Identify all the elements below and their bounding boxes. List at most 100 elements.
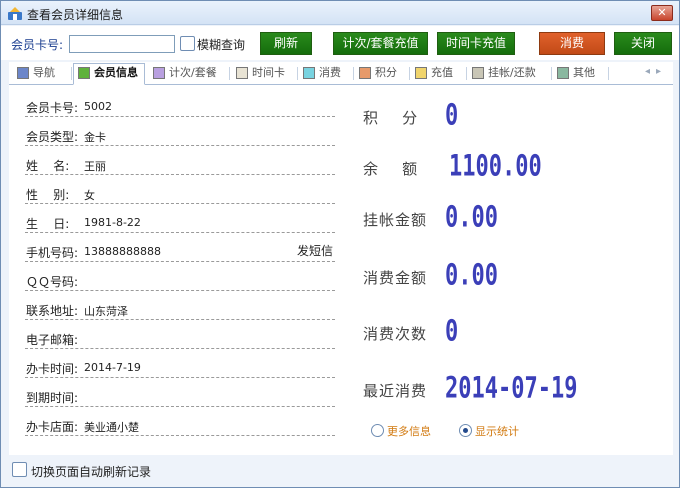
auto-refresh-label[interactable]: 切换页面自动刷新记录: [31, 463, 151, 480]
toolbar: 会员卡号: 模糊查询 刷新 计次/套餐充值 时间卡充值 消费 关闭: [1, 26, 679, 60]
field-email: 电子邮箱:: [25, 327, 335, 349]
window-close-button[interactable]: ✕: [651, 5, 673, 21]
close-button[interactable]: 关闭: [614, 32, 672, 55]
field-gender: 性 别: 女: [25, 182, 335, 204]
field-label: 手机号码:: [26, 246, 79, 260]
tab-member-info-color-icon: [78, 67, 90, 79]
field-expiry-date: 到期时间:: [25, 385, 335, 407]
tab-credit-repay-color-icon: [472, 67, 484, 79]
field-label: 会员卡号:: [26, 101, 79, 115]
stat-last-consume-value: 2014-07-19: [445, 372, 578, 406]
card-number-input[interactable]: [69, 35, 175, 53]
fuzzy-search-label[interactable]: 模糊查询: [197, 36, 245, 53]
field-value: 山东菏泽: [84, 305, 128, 318]
field-card-date: 办卡时间: 2014-7-19: [25, 356, 335, 378]
tab-points[interactable]: 积分: [355, 64, 409, 84]
field-label: 姓 名:: [26, 159, 70, 173]
field-mobile: 手机号码: 13888888888 发短信: [25, 240, 335, 262]
more-info-label[interactable]: 更多信息: [387, 423, 431, 439]
field-member-type: 会员类型: 金卡: [25, 124, 335, 146]
stat-credit-label: 挂帐金额: [363, 211, 428, 229]
stat-visits-label: 消费次数: [363, 325, 428, 343]
tab-navigation-label: 导航: [33, 66, 55, 79]
chevron-right-icon[interactable]: ▸: [656, 66, 667, 77]
tab-other[interactable]: 其他: [553, 64, 607, 84]
tab-recharge[interactable]: 充值: [411, 64, 465, 84]
member-info-panel: 会员卡号: 5002 会员类型: 金卡 姓 名: 王丽 性 别: 女 生 日: …: [9, 85, 673, 455]
field-label: 性 别:: [26, 188, 70, 202]
title-bar[interactable]: 查看会员详细信息 ✕: [1, 1, 679, 25]
tab-time-card-label: 时间卡: [252, 66, 285, 79]
tab-member-info[interactable]: 会员信息: [73, 63, 145, 85]
tab-consumption[interactable]: 消费: [299, 64, 351, 84]
field-card-number: 会员卡号: 5002: [25, 95, 335, 117]
stat-points-value: 0: [445, 99, 459, 133]
tab-divider: [466, 67, 467, 80]
stat-last-consume-label: 最近消费: [363, 382, 428, 400]
window-title: 查看会员详细信息: [27, 8, 124, 22]
tab-other-label: 其他: [573, 66, 595, 79]
app-icon: [8, 7, 22, 20]
field-label: 到期时间:: [26, 391, 79, 405]
auto-refresh-checkbox[interactable]: [12, 462, 27, 477]
field-label: 会员类型:: [26, 130, 79, 144]
stat-points-label: 积 分: [363, 109, 419, 127]
field-value: 1981-8-22: [84, 216, 141, 229]
field-name: 姓 名: 王丽: [25, 153, 335, 175]
tab-member-info-label: 会员信息: [94, 66, 138, 79]
tab-time-card[interactable]: 时间卡: [232, 64, 294, 84]
send-sms-button[interactable]: 发短信: [297, 242, 333, 259]
tab-navigation-color-icon: [17, 67, 29, 79]
tab-divider: [353, 67, 354, 80]
card-number-label: 会员卡号:: [11, 38, 64, 52]
tab-points-color-icon: [359, 67, 371, 79]
field-qq: ＱＱ号码:: [25, 269, 335, 291]
field-value: 女: [84, 189, 95, 202]
refresh-button[interactable]: 刷新: [260, 32, 312, 55]
tab-credit-repay-label: 挂帐/还款: [488, 66, 536, 79]
consume-button[interactable]: 消费: [539, 32, 605, 55]
tab-navigation[interactable]: 导航: [13, 64, 69, 84]
field-label: 联系地址:: [26, 304, 79, 318]
field-store: 办卡店面: 美业通小楚: [25, 414, 335, 436]
stat-balance-value: 1100.00: [449, 150, 542, 184]
tab-count-package-color-icon: [153, 67, 165, 79]
field-label: 电子邮箱:: [26, 333, 79, 347]
tab-divider: [297, 67, 298, 80]
more-info-radio[interactable]: [371, 424, 384, 437]
tab-divider: [71, 67, 72, 80]
tab-scroll-arrows[interactable]: ◂▸: [645, 66, 667, 77]
tab-credit-repay[interactable]: 挂帐/还款: [468, 64, 550, 84]
tab-consumption-color-icon: [303, 67, 315, 79]
fuzzy-search-checkbox[interactable]: [180, 36, 195, 51]
stat-balance-label: 余 额: [363, 160, 419, 178]
field-value: 5002: [84, 100, 112, 113]
stat-credit-value: 0.00: [445, 201, 498, 235]
tab-divider: [409, 67, 410, 80]
field-value: 王丽: [84, 160, 106, 173]
tab-count-package-label: 计次/套餐: [169, 66, 217, 79]
time-card-recharge-button[interactable]: 时间卡充值: [437, 32, 515, 55]
tab-count-package[interactable]: 计次/套餐: [149, 64, 225, 84]
stat-visits-value: 0: [445, 315, 459, 349]
field-value: 金卡: [84, 131, 106, 144]
tab-points-label: 积分: [375, 66, 397, 79]
field-label: 生 日:: [26, 217, 70, 231]
chevron-left-icon[interactable]: ◂: [645, 66, 656, 77]
show-stats-radio[interactable]: [459, 424, 472, 437]
field-address: 联系地址: 山东菏泽: [25, 298, 335, 320]
field-label: ＱＱ号码:: [26, 275, 79, 289]
field-label: 办卡店面:: [26, 420, 79, 434]
field-label: 办卡时间:: [26, 362, 79, 376]
stat-spent-value: 0.00: [445, 259, 498, 293]
show-stats-label[interactable]: 显示统计: [475, 423, 519, 439]
field-birthday: 生 日: 1981-8-22: [25, 211, 335, 233]
tab-other-color-icon: [557, 67, 569, 79]
tab-time-card-color-icon: [236, 67, 248, 79]
count-recharge-button[interactable]: 计次/套餐充值: [333, 32, 428, 55]
tab-divider: [551, 67, 552, 80]
tab-consumption-label: 消费: [319, 66, 341, 79]
tab-strip: 导航 会员信息 计次/套餐 时间卡 消费 积分 充值 挂帐/还款 其他 ◂▸: [9, 62, 673, 85]
tab-recharge-label: 充值: [431, 66, 453, 79]
field-value: 美业通小楚: [84, 421, 139, 434]
